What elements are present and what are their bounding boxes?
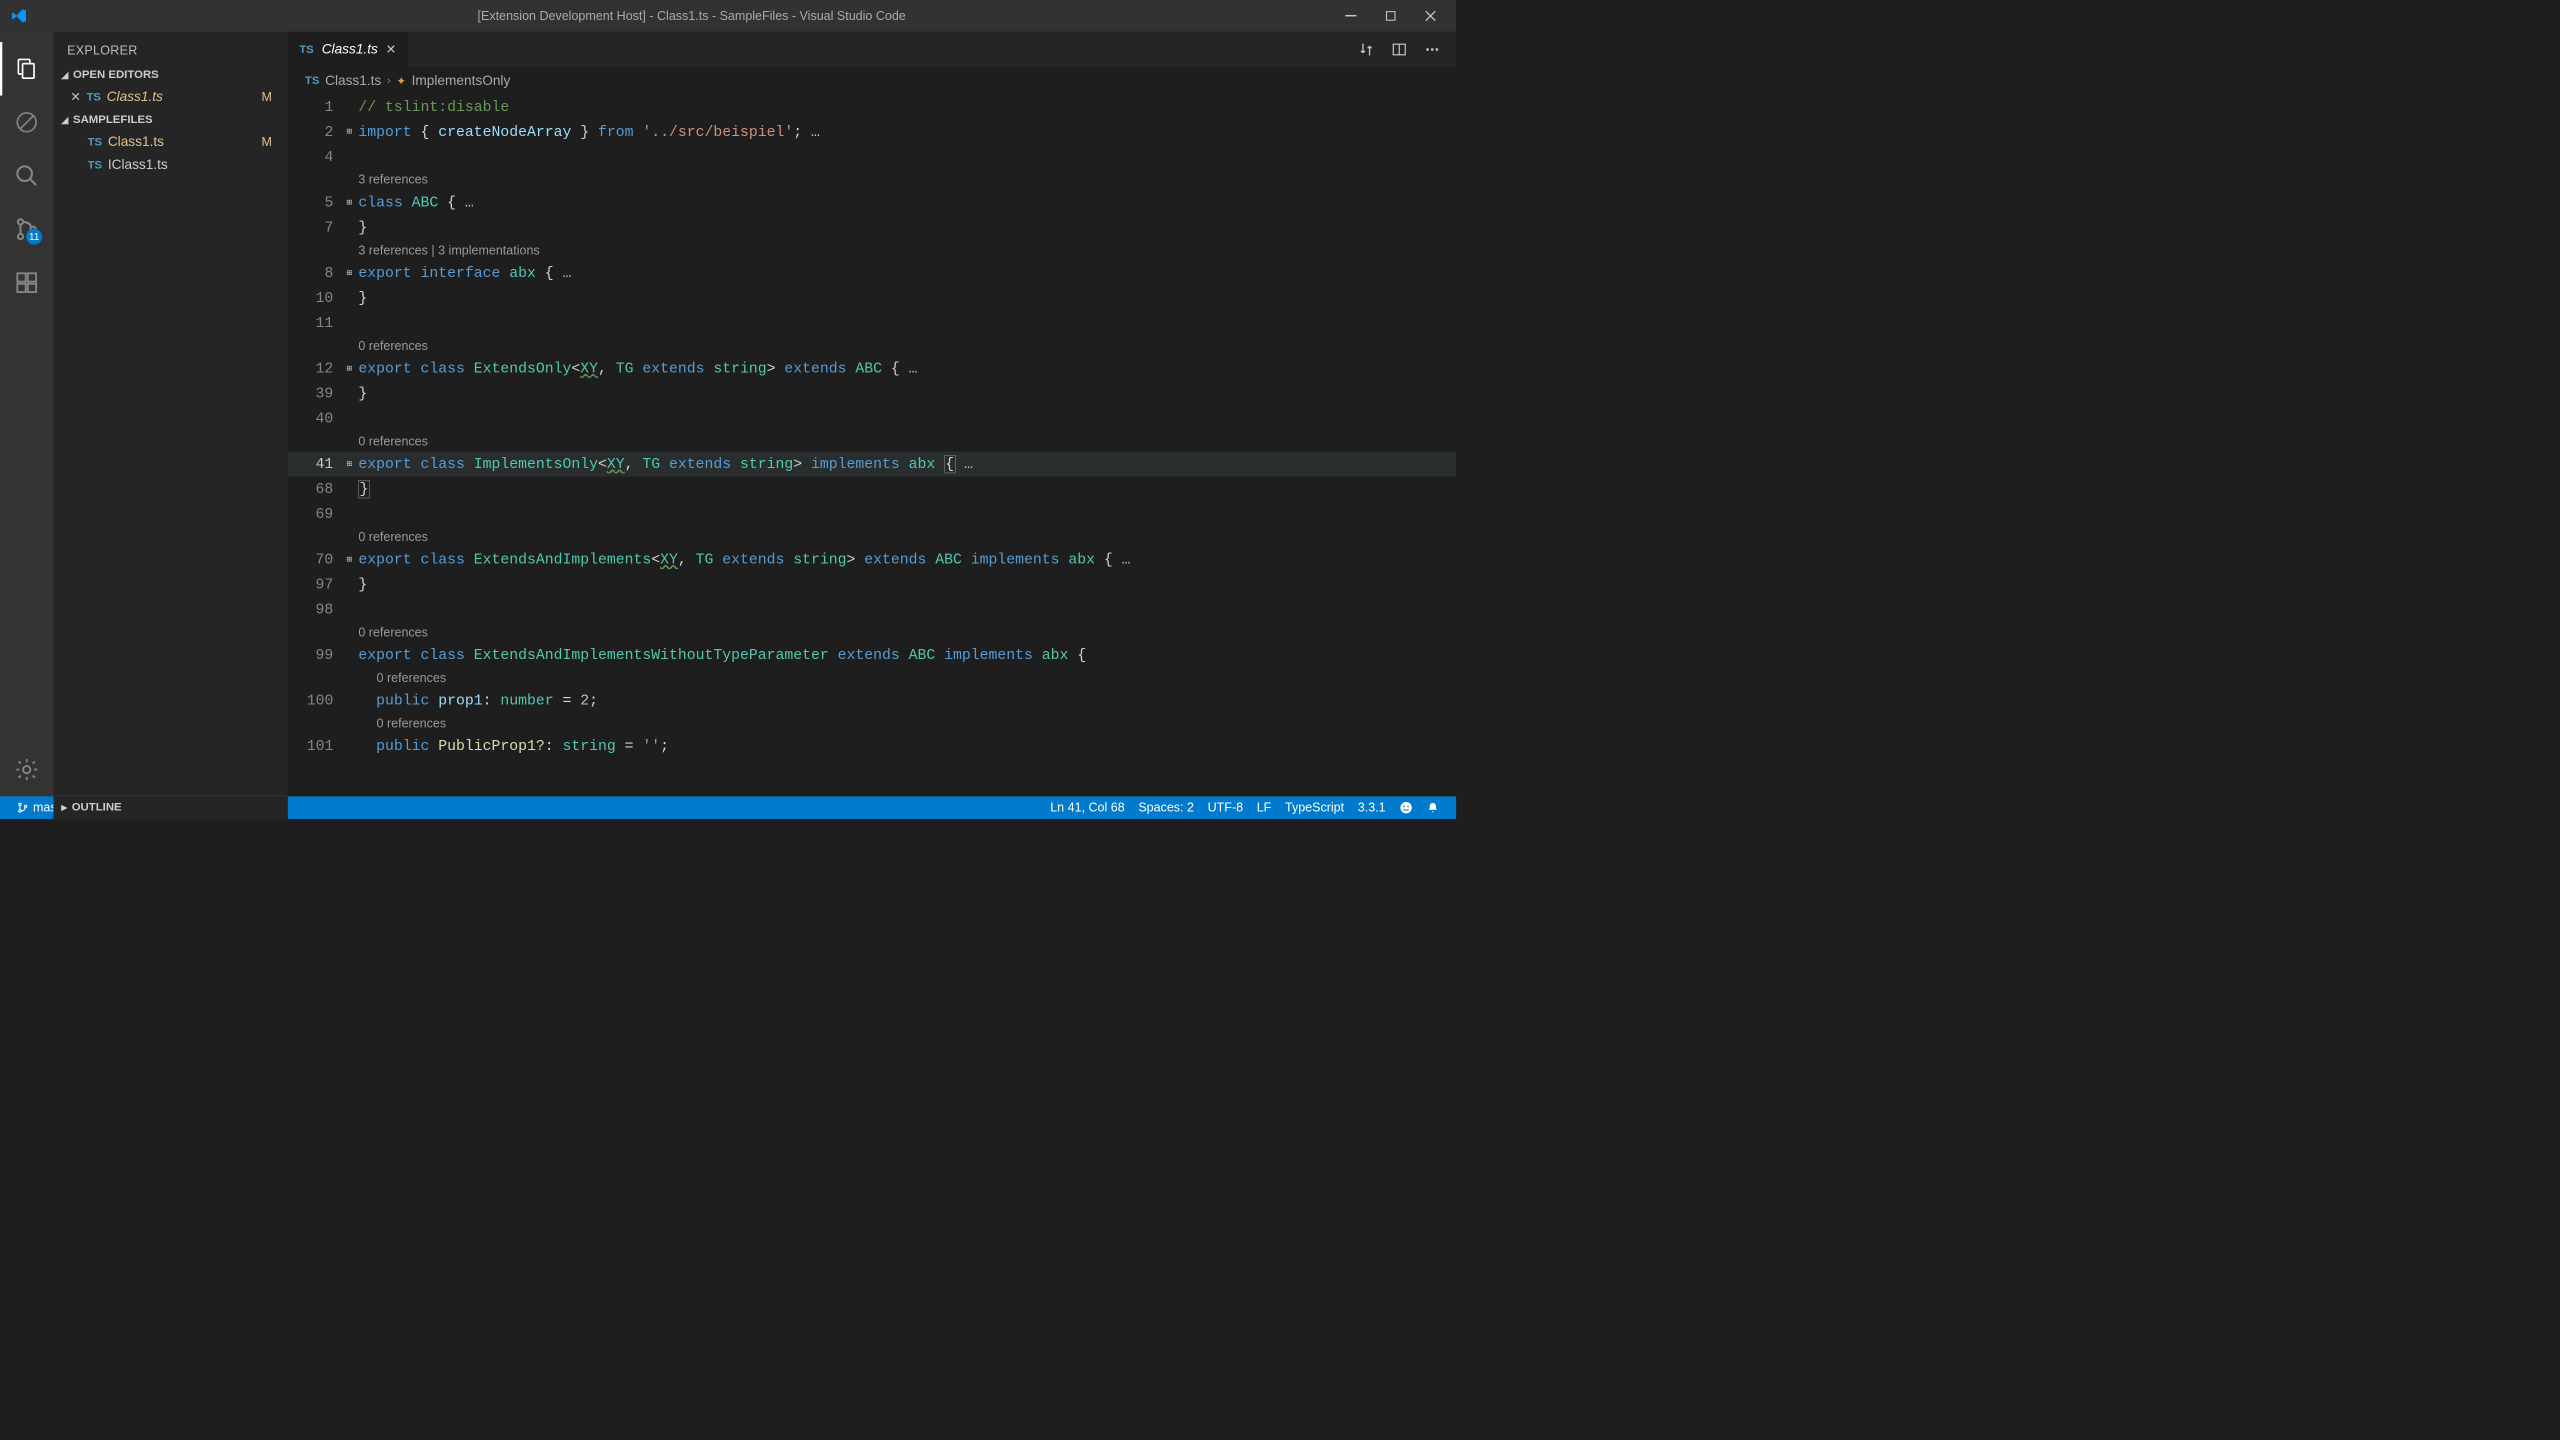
line-number: 101: [288, 734, 343, 759]
line-number: 5: [288, 190, 343, 215]
line-number: 41: [288, 452, 343, 477]
open-editor-filename: Class1.ts: [107, 89, 262, 105]
project-header[interactable]: ◢ SAMPLEFILES: [53, 109, 287, 131]
modified-indicator: M: [261, 90, 281, 105]
language-mode[interactable]: TypeScript: [1278, 800, 1351, 815]
encoding[interactable]: UTF-8: [1201, 800, 1250, 815]
chevron-down-icon: ◢: [61, 69, 68, 80]
file-name: Class1.ts: [108, 134, 262, 150]
line-number: 68: [288, 477, 343, 502]
typescript-file-icon: TS: [88, 136, 103, 149]
settings-gear-icon[interactable]: [0, 743, 53, 796]
tab-name: Class1.ts: [322, 42, 378, 58]
open-editor-item[interactable]: ✕ TS Class1.ts M: [53, 86, 287, 109]
line-number: 98: [288, 597, 343, 622]
modified-indicator: M: [261, 135, 281, 150]
editor-area: TS Class1.ts ✕: [288, 32, 1456, 796]
titlebar: [Extension Development Host] - Class1.ts…: [0, 0, 1456, 32]
line-number: 1: [288, 94, 343, 119]
line-number: 2: [288, 119, 343, 144]
search-disabled-icon[interactable]: [0, 96, 53, 149]
sidebar-title: EXPLORER: [53, 32, 287, 64]
line-number: 11: [288, 311, 343, 336]
codelens[interactable]: 0 references: [288, 527, 1456, 547]
editor-tabs: TS Class1.ts ✕: [288, 32, 1456, 67]
split-editor-icon[interactable]: [1391, 42, 1407, 58]
explorer-icon[interactable]: [0, 42, 53, 95]
open-editors-header[interactable]: ◢ OPEN EDITORS: [53, 64, 287, 86]
extensions-icon[interactable]: [0, 256, 53, 309]
fold-icon[interactable]: ⊞: [342, 261, 356, 286]
typescript-file-icon: TS: [88, 158, 103, 171]
source-control-badge: 11: [26, 229, 42, 245]
line-number: 10: [288, 286, 343, 311]
breadcrumb[interactable]: TS Class1.ts › ✦ ImplementsOnly: [288, 67, 1456, 94]
codelens[interactable]: 0 references: [288, 668, 1456, 688]
vscode-logo-icon: [11, 7, 29, 25]
search-icon[interactable]: [0, 149, 53, 202]
line-number: 40: [288, 406, 343, 431]
breadcrumb-symbol: ImplementsOnly: [412, 73, 511, 89]
outline-header[interactable]: ▸ OUTLINE: [53, 795, 287, 796]
line-number: 4: [288, 144, 343, 169]
breadcrumb-file: Class1.ts: [325, 73, 381, 89]
typescript-file-icon: TS: [299, 43, 314, 56]
class-symbol-icon: ✦: [396, 74, 406, 88]
fold-icon[interactable]: ⊞: [342, 119, 356, 144]
line-number: 8: [288, 261, 343, 286]
line-number: 69: [288, 502, 343, 527]
indentation[interactable]: Spaces: 2: [1131, 800, 1200, 815]
line-number: 12: [288, 356, 343, 381]
eol[interactable]: LF: [1250, 800, 1278, 815]
close-button[interactable]: [1422, 7, 1439, 24]
notifications-bell-icon[interactable]: [1420, 801, 1446, 814]
typescript-file-icon: TS: [86, 91, 101, 104]
codelens[interactable]: 0 references: [288, 336, 1456, 356]
close-icon[interactable]: ✕: [69, 90, 82, 105]
fold-icon[interactable]: ⊞: [342, 190, 356, 215]
line-number: 100: [288, 688, 343, 713]
typescript-version[interactable]: 3.3.1: [1351, 800, 1392, 815]
editor-tab[interactable]: TS Class1.ts ✕: [288, 32, 408, 67]
compare-changes-icon[interactable]: [1358, 42, 1374, 58]
close-icon[interactable]: ✕: [386, 42, 396, 57]
maximize-button[interactable]: [1382, 7, 1399, 24]
fold-icon[interactable]: ⊞: [342, 356, 356, 381]
codelens[interactable]: 0 references: [288, 713, 1456, 733]
file-item[interactable]: TS Class1.ts M: [53, 131, 287, 154]
line-number: 7: [288, 215, 343, 240]
codelens[interactable]: 0 references: [288, 431, 1456, 451]
typescript-file-icon: TS: [305, 74, 320, 87]
line-number: 70: [288, 547, 343, 572]
feedback-smiley-icon[interactable]: [1392, 801, 1419, 815]
codelens[interactable]: 3 references: [288, 170, 1456, 190]
code-editor[interactable]: 1 // tslint:disable 2 ⊞ import { createN…: [288, 94, 1456, 796]
codelens[interactable]: 3 references | 3 implementations: [288, 240, 1456, 260]
more-actions-icon[interactable]: [1424, 42, 1440, 58]
file-item[interactable]: TS IClass1.ts: [53, 154, 287, 177]
chevron-right-icon: ›: [387, 74, 391, 87]
codelens[interactable]: 0 references: [288, 622, 1456, 642]
fold-icon[interactable]: ⊞: [342, 547, 356, 572]
activitybar: 11: [0, 32, 53, 796]
line-number: 39: [288, 381, 343, 406]
fold-icon[interactable]: ⊞: [342, 452, 356, 477]
minimize-button[interactable]: [1342, 7, 1359, 24]
window-title: [Extension Development Host] - Class1.ts…: [41, 9, 1342, 24]
file-name: IClass1.ts: [108, 157, 281, 173]
chevron-down-icon: ◢: [61, 114, 68, 125]
cursor-position[interactable]: Ln 41, Col 68: [1043, 800, 1131, 815]
source-control-icon[interactable]: 11: [0, 202, 53, 255]
sidebar-explorer: EXPLORER ◢ OPEN EDITORS ✕ TS Class1.ts M…: [53, 32, 287, 796]
line-number: 97: [288, 572, 343, 597]
line-number: 99: [288, 643, 343, 668]
